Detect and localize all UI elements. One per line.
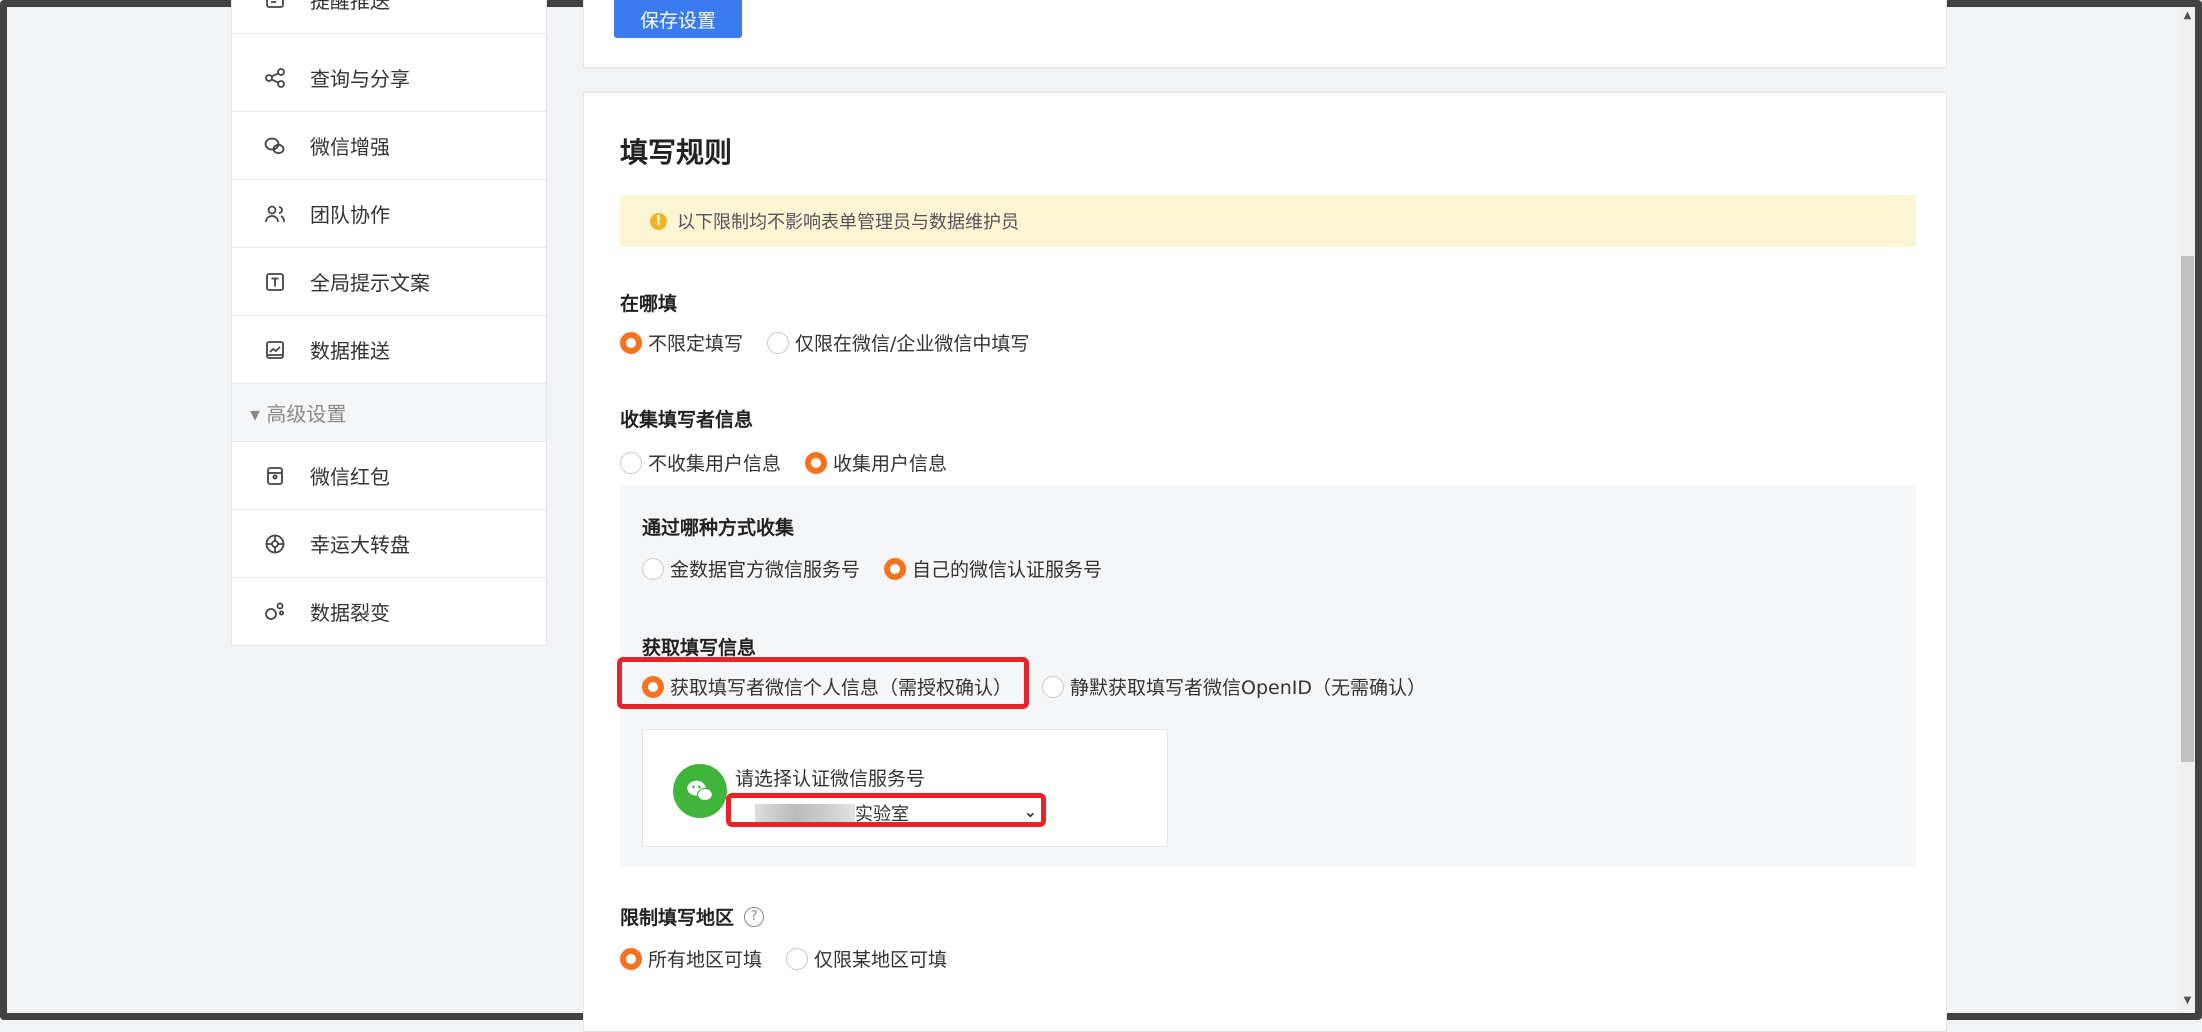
method-label: 通过哪种方式收集 [642,517,795,539]
option-label: 金数据官方微信服务号 [670,559,861,581]
sidebar-group-advanced[interactable]: ▾ 高级设置 [232,384,546,442]
radio-checked[interactable] [620,331,642,354]
sidebar-item-label: 全局提示文案 [310,271,430,295]
redpacket-icon [260,461,290,491]
notice-text: 以下限制均不影响表单管理员与数据维护员 [677,212,1019,233]
fission-icon [260,597,290,627]
region-section: 限制填写地区 ? [620,903,765,930]
service-account-card: 请选择认证微信服务号 实验室 ⌄ [642,729,1168,847]
scroll-up-icon[interactable]: ▲ [2181,9,2194,23]
fetch-option-silent[interactable]: 静默获取填写者微信OpenID（无需确认） [1042,673,1426,700]
region-option-all[interactable]: 所有地区可填 [620,945,762,972]
fetch-radio-group: 获取填写者微信个人信息（需授权确认） 静默获取填写者微信OpenID（无需确认） [642,673,1450,700]
method-radio-group: 金数据官方微信服务号 自己的微信认证服务号 [642,555,1126,582]
sidebar-item-fission[interactable]: 数据裂变 [232,578,546,646]
option-label: 收集用户信息 [833,453,948,475]
chevron-down-icon: ⌄ [1023,802,1037,821]
where-radio-group: 不限定填写 仅限在微信/企业微信中填写 [620,329,1053,356]
radio-checked[interactable] [805,451,828,474]
sidebar-item-redpacket[interactable]: 微信红包 [232,442,546,510]
scroll-down-icon[interactable]: ▼ [2181,994,2194,1008]
sidebar-item-label: 微信红包 [310,465,390,489]
chart-icon [260,335,290,365]
option-label: 不收集用户信息 [648,453,782,475]
sidebar-item-notify[interactable]: 提醒推送 [232,0,546,34]
warning-icon: ! [650,212,667,230]
rules-card: 填写规则 ! 以下限制均不影响表单管理员与数据维护员 在哪填 不限定填写 仅限在… [583,92,1947,1032]
collect-option-none[interactable]: 不收集用户信息 [620,449,781,476]
wechat-icon [260,131,290,161]
sidebar-item-label: 查询与分享 [310,67,410,91]
wechat-logo-icon [673,764,727,818]
page-title: 填写规则 [620,136,733,169]
wheel-icon [260,529,290,559]
region-label: 限制填写地区 [620,907,735,929]
option-label: 获取填写者微信个人信息（需授权确认） [670,677,1013,699]
blurred-text [755,804,855,822]
sidebar-item-label: 数据推送 [310,339,390,363]
sidebar-item-wheel[interactable]: 幸运大转盘 [232,510,546,578]
sidebar-item-global-text[interactable]: 全局提示文案 [232,248,546,316]
notify-icon [260,0,290,15]
radio-unchecked[interactable] [620,451,642,474]
region-radio-group: 所有地区可填 仅限某地区可填 [620,945,971,972]
option-label: 自己的微信认证服务号 [912,559,1103,581]
sidebar-item-label: 幸运大转盘 [310,533,410,557]
sidebar-item-label: 微信增强 [310,135,390,159]
radio-checked[interactable] [884,557,907,580]
option-label: 仅限某地区可填 [814,949,948,971]
help-icon[interactable]: ? [744,906,765,927]
fetch-option-authorized[interactable]: 获取填写者微信个人信息（需授权确认） [642,673,1012,700]
option-label: 静默获取填写者微信OpenID（无需确认） [1070,677,1426,699]
sidebar: 提醒推送 查询与分享 微信增强 团队协作 全局提示文案 数据推送 ▾ 高级设置 [231,0,547,646]
sidebar-group-label: ▾ 高级设置 [250,402,347,426]
sidebar-item-label: 数据裂变 [310,601,390,625]
radio-checked[interactable] [642,675,664,698]
method-option-official[interactable]: 金数据官方微信服务号 [642,555,860,582]
fetch-label: 获取填写信息 [642,637,757,659]
radio-checked[interactable] [620,947,642,970]
collect-option-collect[interactable]: 收集用户信息 [805,449,947,476]
option-label: 仅限在微信/企业微信中填写 [795,333,1030,355]
collect-radio-group: 不收集用户信息 收集用户信息 [620,449,971,476]
text-icon [260,267,290,297]
where-label: 在哪填 [620,293,678,315]
sidebar-item-label: 团队协作 [310,203,390,227]
service-select-label: 请选择认证微信服务号 [735,768,926,790]
save-button[interactable]: 保存设置 [614,0,742,38]
scrollbar-thumb[interactable] [2181,256,2194,762]
share-icon [260,63,290,93]
radio-unchecked[interactable] [642,557,664,580]
sidebar-item-wechat[interactable]: 微信增强 [232,112,546,180]
service-account-select[interactable]: 实验室 ⌄ [735,800,1045,826]
sidebar-item-label: 提醒推送 [310,0,390,13]
radio-unchecked[interactable] [1042,675,1065,698]
option-label: 所有地区可填 [648,949,763,971]
sidebar-item-data-push[interactable]: 数据推送 [232,316,546,384]
notice-banner: ! 以下限制均不影响表单管理员与数据维护员 [620,195,1916,247]
service-account-value: 实验室 [855,804,909,825]
radio-unchecked[interactable] [786,947,809,970]
team-icon [260,199,290,229]
method-option-own[interactable]: 自己的微信认证服务号 [884,555,1102,582]
where-option-wechat-only[interactable]: 仅限在微信/企业微信中填写 [767,329,1029,356]
top-card: 保存设置 [583,0,1947,68]
sidebar-item-share[interactable]: 查询与分享 [232,44,546,112]
collect-label: 收集填写者信息 [620,409,754,431]
sidebar-item-team[interactable]: 团队协作 [232,180,546,248]
where-option-unlimited[interactable]: 不限定填写 [620,329,743,356]
region-option-limited[interactable]: 仅限某地区可填 [786,945,947,972]
radio-unchecked[interactable] [767,331,790,354]
option-label: 不限定填写 [648,333,744,355]
